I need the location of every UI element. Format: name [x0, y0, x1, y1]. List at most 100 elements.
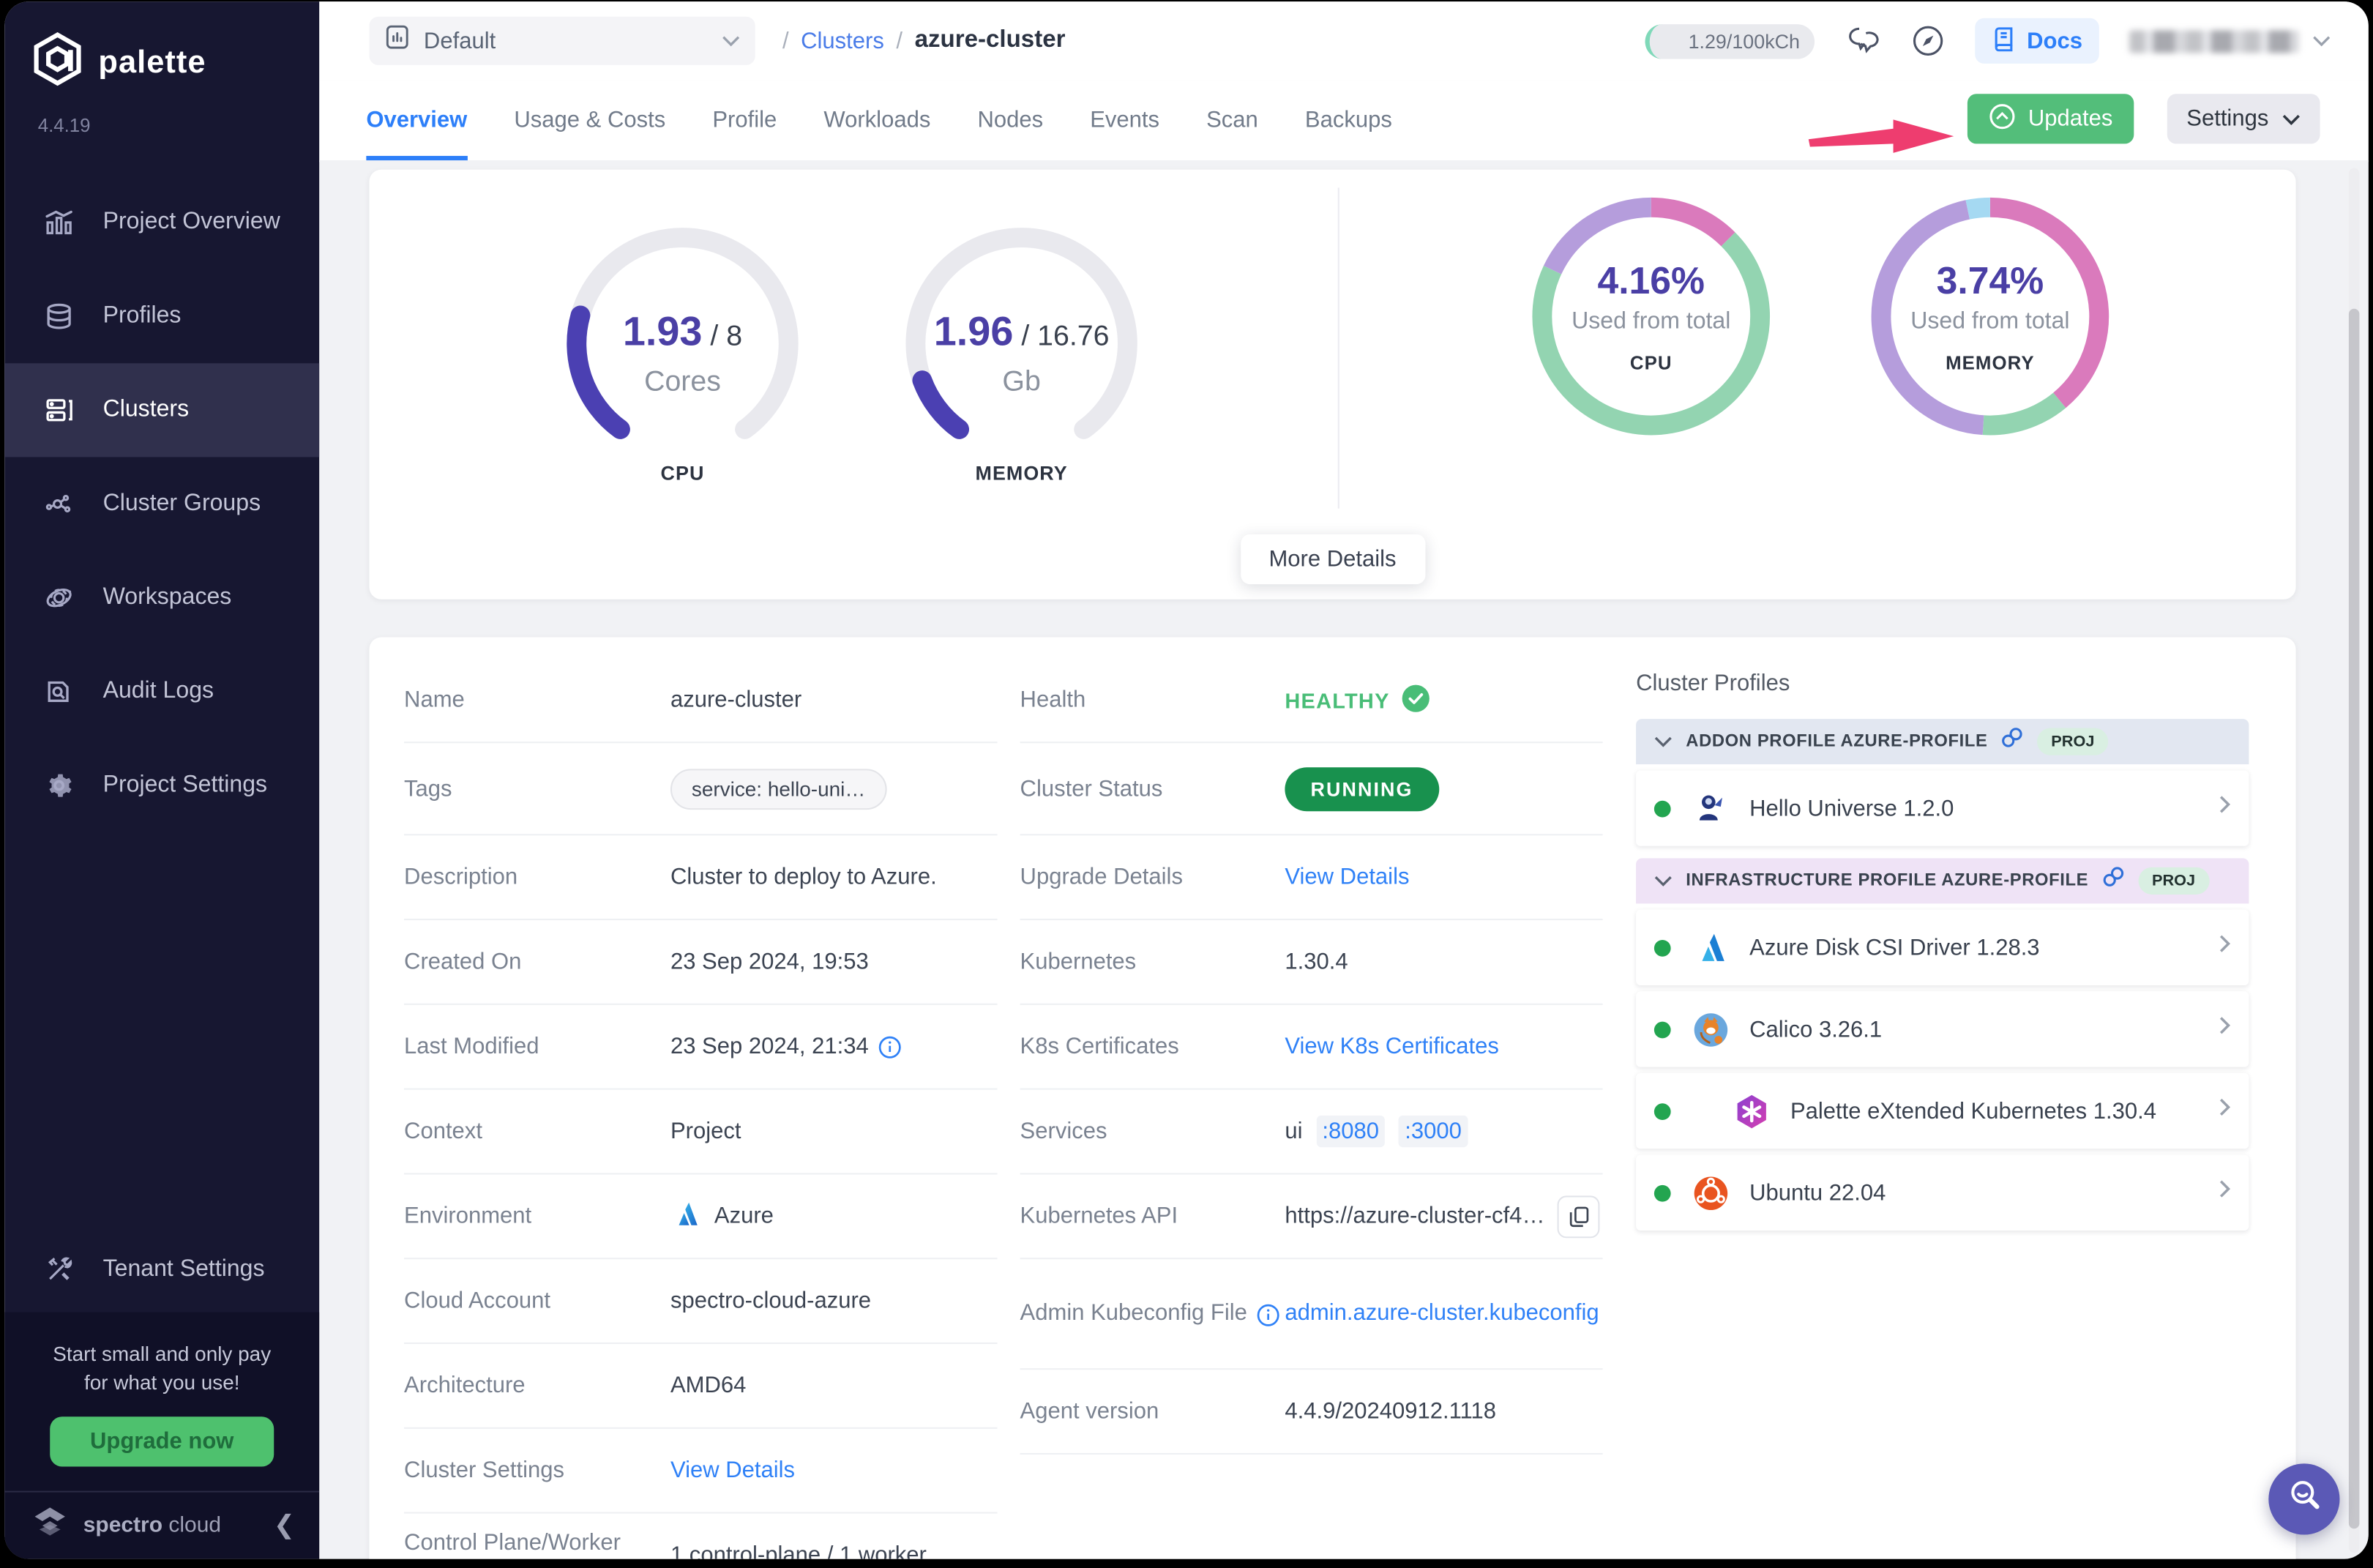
tab-scan[interactable]: Scan: [1206, 81, 1258, 161]
profile-item-calico[interactable]: Calico 3.26.1: [1636, 991, 2249, 1067]
updates-button[interactable]: Updates: [1967, 94, 2134, 143]
footer-brand: spectro cloud: [83, 1514, 221, 1538]
project-selector[interactable]: Default: [369, 17, 755, 65]
cluster-name-value: azure-cluster: [670, 687, 998, 713]
breadcrumb-current: azure-cluster: [915, 27, 1066, 54]
user-name-blurred: [2129, 29, 2299, 52]
detail-row-certificates: K8s Certificates View K8s Certificates: [1020, 1005, 1603, 1090]
sidebar-item-profiles[interactable]: Profiles: [4, 269, 319, 363]
detail-row-architecture: Architecture AMD64: [404, 1344, 997, 1429]
addon-profile-header[interactable]: ADDON PROFILE AZURE-PROFILE PROJ: [1636, 719, 2249, 764]
status-dot-green: [1654, 1102, 1671, 1119]
breadcrumb-clusters-link[interactable]: Clusters: [801, 28, 884, 53]
chevron-down-icon: [722, 27, 740, 54]
tab-usage-costs[interactable]: Usage & Costs: [514, 81, 665, 161]
user-menu[interactable]: [2129, 29, 2331, 52]
detail-row-services: Services ui:8080:3000: [1020, 1090, 1603, 1175]
sidebar-item-label: Profiles: [103, 303, 182, 330]
circle-chevron-up-icon: [1989, 102, 2016, 135]
upgrade-view-details-link[interactable]: View Details: [1285, 865, 1409, 890]
sidebar-item-label: Project Overview: [103, 209, 280, 236]
settings-label: Settings: [2186, 106, 2268, 132]
service-port-link[interactable]: :8080: [1316, 1116, 1385, 1147]
upgrade-now-button[interactable]: Upgrade now: [51, 1416, 273, 1466]
copy-icon[interactable]: [1558, 1195, 1600, 1237]
sidebar-item-label: Tenant Settings: [103, 1256, 265, 1283]
sidebar-item-label: Project Settings: [103, 772, 267, 799]
detail-row-kubeconfig: Admin Kubeconfig File admin.azure-cluste…: [1020, 1259, 1603, 1370]
scrollbar-thumb[interactable]: [2349, 309, 2359, 1528]
chevron-right-icon: [2219, 934, 2231, 961]
cpu-donut-caption: Used from total: [1572, 308, 1730, 335]
profile-item-ubuntu[interactable]: Ubuntu 22.04: [1636, 1155, 2249, 1231]
chevron-right-icon: [2219, 1015, 2231, 1042]
chevron-right-icon: [2219, 1097, 2231, 1124]
sidebar: palette 4.4.19 Project Overview: [4, 1, 319, 1559]
tab-events[interactable]: Events: [1090, 81, 1159, 161]
detail-row-cloud-account: Cloud Account spectro-cloud-azure: [404, 1259, 997, 1344]
detail-row-created: Created On 23 Sep 2024, 19:53: [404, 920, 997, 1005]
info-icon[interactable]: [878, 1035, 902, 1059]
chevron-down-icon: [2312, 35, 2331, 48]
sidebar-item-audit-logs[interactable]: Audit Logs: [4, 645, 319, 739]
network-nodes-icon: [42, 488, 75, 520]
tab-profile[interactable]: Profile: [712, 81, 777, 161]
tag-chip[interactable]: service: hello-uni…: [670, 768, 886, 809]
kubernetes-api-url: https://azure-cluster-cf42…: [1285, 1203, 1545, 1229]
chat-icon[interactable]: [1845, 24, 1882, 57]
updates-label: Updates: [2028, 106, 2113, 132]
gear-icon: [42, 769, 75, 802]
card-divider: [1338, 187, 1339, 508]
kubeconfig-download-link[interactable]: admin.azure-cluster.kubeconfig: [1285, 1300, 1599, 1326]
sidebar-item-project-settings[interactable]: Project Settings: [4, 739, 319, 832]
view-k8s-certificates-link[interactable]: View K8s Certificates: [1285, 1034, 1498, 1059]
sidebar-item-project-overview[interactable]: Project Overview: [4, 176, 319, 269]
palette-logo-icon: [31, 31, 83, 94]
cluster-status-badge: RUNNING: [1285, 766, 1438, 810]
annotation-arrow: [1806, 113, 1957, 166]
cluster-details-card: Name azure-cluster Tags service: hello-u…: [369, 637, 2295, 1558]
settings-button[interactable]: Settings: [2167, 94, 2320, 143]
detail-row-name: Name azure-cluster: [404, 658, 997, 743]
details-column-left: Name azure-cluster Tags service: hello-u…: [404, 658, 997, 1558]
cluster-settings-view-details-link[interactable]: View Details: [670, 1457, 795, 1483]
tab-overview[interactable]: Overview: [366, 81, 467, 161]
search-fab-button[interactable]: [2268, 1463, 2339, 1534]
pxk-logo: [1731, 1091, 1771, 1131]
sidebar-item-cluster-groups[interactable]: Cluster Groups: [4, 457, 319, 550]
tabs-bar: Overview Usage & Costs Profile Workloads…: [319, 81, 2369, 163]
more-details-button[interactable]: More Details: [1240, 534, 1425, 584]
compass-icon[interactable]: [1912, 24, 1945, 57]
cpu-donut-percent: 4.16%: [1597, 260, 1705, 304]
memory-usage-gauge: 1.96 / 16.76 Gb MEMORY: [893, 215, 1150, 488]
docs-label: Docs: [2027, 28, 2082, 53]
memory-donut-percent: 3.74%: [1937, 260, 2044, 304]
tab-backups[interactable]: Backups: [1305, 81, 1392, 161]
service-port-link[interactable]: :3000: [1399, 1116, 1468, 1147]
profile-item-azure-disk-csi[interactable]: Azure Disk CSI Driver 1.28.3: [1636, 910, 2249, 985]
chevron-right-icon: [2219, 1179, 2231, 1206]
collapse-sidebar-icon[interactable]: ❮: [274, 1510, 295, 1540]
main-area: Default / Clusters / azure-cluster 1.29/…: [319, 1, 2369, 1559]
project-scope-icon: [384, 24, 410, 57]
hello-universe-logo: [1691, 788, 1730, 828]
cpu-usage-gauge: 1.93 / 8 Cores CPU: [554, 215, 811, 488]
sidebar-item-tenant-settings[interactable]: Tenant Settings: [4, 1228, 319, 1313]
tab-nodes[interactable]: Nodes: [977, 81, 1043, 161]
info-icon[interactable]: [1256, 1302, 1280, 1326]
memory-unit: Gb: [893, 366, 1150, 399]
sidebar-item-clusters[interactable]: Clusters: [4, 363, 319, 457]
tab-workloads[interactable]: Workloads: [823, 81, 930, 161]
profile-item-hello-universe[interactable]: Hello Universe 1.2.0: [1636, 770, 2249, 845]
sidebar-item-workspaces[interactable]: Workspaces: [4, 551, 319, 645]
brand-name: palette: [98, 45, 206, 81]
infrastructure-profile-header[interactable]: INFRASTRUCTURE PROFILE AZURE-PROFILE PRO…: [1636, 858, 2249, 903]
breadcrumb-separator: /: [896, 28, 903, 53]
profile-item-palette-extended-kubernetes[interactable]: Palette eXtended Kubernetes 1.30.4: [1636, 1073, 2249, 1149]
cluster-profiles-panel: Cluster Profiles ADDON PROFILE AZURE-PRO…: [1636, 671, 2249, 1231]
detail-row-modified: Last Modified 23 Sep 2024, 21:34: [404, 1005, 997, 1090]
topbar: Default / Clusters / azure-cluster 1.29/…: [319, 1, 2369, 81]
proj-badge: PROJ: [2038, 728, 2108, 755]
memory-total-value: 16.76: [1037, 321, 1109, 352]
docs-button[interactable]: Docs: [1976, 18, 2099, 64]
